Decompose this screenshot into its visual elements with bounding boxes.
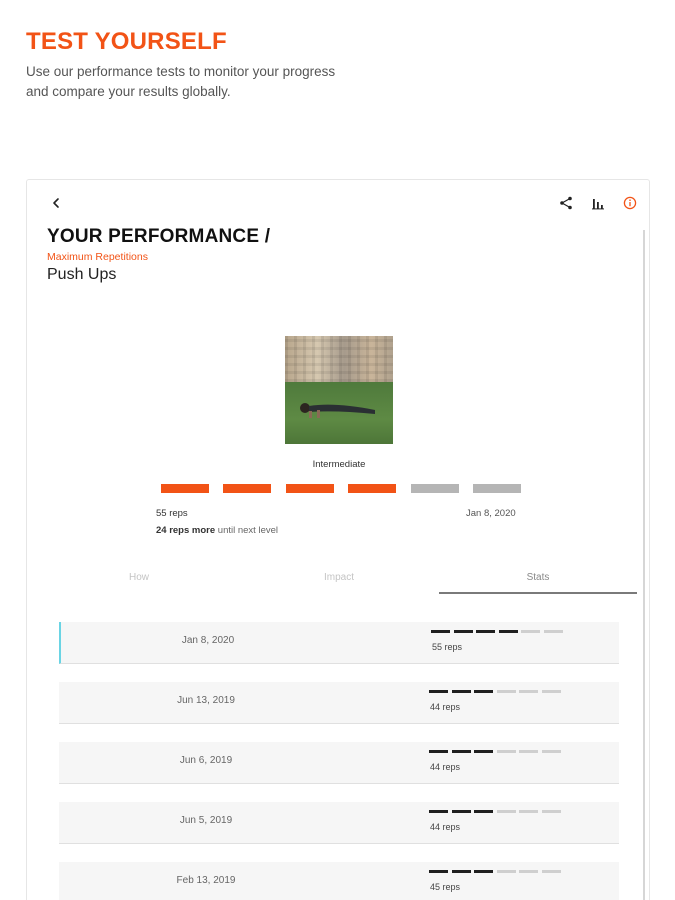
stat-row[interactable]: Feb 13, 2019 45 reps <box>59 862 619 900</box>
info-icon <box>623 196 637 210</box>
tab-stats[interactable]: Stats <box>439 568 637 594</box>
scrollbar[interactable] <box>643 230 645 900</box>
stat-level-segment <box>541 810 561 813</box>
stat-level-segment <box>474 690 493 693</box>
stat-level-segment <box>519 870 538 873</box>
level-segment <box>223 484 272 493</box>
stat-reps: 45 reps <box>430 882 461 892</box>
stat-date: Jun 13, 2019 <box>177 695 235 706</box>
stat-row[interactable]: Jun 13, 2019 44 reps <box>59 682 619 724</box>
tab-how[interactable]: How <box>39 568 239 594</box>
stat-row[interactable]: Jun 5, 2019 44 reps <box>59 802 619 844</box>
level-segment <box>473 484 521 493</box>
level-segment <box>410 484 459 493</box>
stat-level-segment <box>453 630 473 633</box>
level-progress <box>161 484 521 493</box>
next-level-text: 24 reps more until next level <box>156 525 278 536</box>
level-segment <box>161 484 209 493</box>
top-bar <box>27 192 649 216</box>
result-date: Jan 8, 2020 <box>466 508 516 519</box>
stat-row[interactable]: Jun 6, 2019 44 reps <box>59 742 619 784</box>
image-background-wall <box>285 336 393 382</box>
share-icon <box>560 196 572 210</box>
info-button[interactable] <box>619 192 641 214</box>
stat-level-segment <box>496 870 516 873</box>
stat-date: Jun 5, 2019 <box>179 815 233 826</box>
stat-level-segment <box>496 690 516 693</box>
stat-level-segment <box>431 630 450 633</box>
level-segment <box>285 484 334 493</box>
level-segment <box>348 484 397 493</box>
stat-reps: 44 reps <box>430 822 461 832</box>
stat-level-segment <box>519 750 538 753</box>
stat-reps: 44 reps <box>430 762 461 772</box>
bar-chart-icon <box>592 199 604 210</box>
tab-impact[interactable]: Impact <box>239 568 439 594</box>
stat-level-segment <box>429 810 448 813</box>
stat-level-segment <box>541 690 561 693</box>
stat-level-bars <box>429 810 569 814</box>
current-reps: 55 reps <box>156 508 188 519</box>
stat-row[interactable]: Jan 8, 2020 55 reps <box>59 622 619 664</box>
stat-level-bars <box>429 690 569 694</box>
next-level-suffix: until next level <box>217 525 278 536</box>
stat-level-segment <box>541 870 561 873</box>
stat-reps: 44 reps <box>430 702 461 712</box>
stat-level-segment <box>451 810 471 813</box>
test-category: Maximum Repetitions <box>47 251 148 263</box>
stat-level-bars <box>429 750 569 754</box>
stat-level-segment <box>429 750 448 753</box>
exercise-image <box>285 336 393 444</box>
stat-level-segment <box>498 630 518 633</box>
stat-level-segment <box>543 630 563 633</box>
stat-level-segment <box>451 750 471 753</box>
stat-level-segment <box>451 870 471 873</box>
stat-reps: 55 reps <box>432 642 463 652</box>
stat-date: Jun 6, 2019 <box>179 755 233 766</box>
level-label: Intermediate <box>312 459 366 470</box>
page-title: YOUR PERFORMANCE / <box>47 226 271 247</box>
back-button[interactable] <box>45 192 67 214</box>
stat-level-segment <box>474 810 493 813</box>
stat-level-segment <box>429 870 448 873</box>
promo-subtitle: Use our performance tests to monitor you… <box>26 64 336 99</box>
exercise-name: Push Ups <box>47 266 117 283</box>
stat-level-segment <box>521 630 540 633</box>
share-button[interactable] <box>555 192 577 214</box>
stat-level-segment <box>496 810 516 813</box>
stat-level-segment <box>476 630 495 633</box>
promo-title: TEST YOURSELF <box>26 28 227 55</box>
tab-bar: How Impact Stats <box>39 568 637 594</box>
stat-date: Jan 8, 2020 <box>181 635 235 646</box>
stat-level-bars <box>431 630 571 634</box>
stat-level-segment <box>474 870 493 873</box>
stat-level-segment <box>429 690 448 693</box>
stat-date: Feb 13, 2019 <box>176 875 236 886</box>
app-screen: YOUR PERFORMANCE / Maximum Repetitions P… <box>26 179 650 900</box>
next-level-more: more <box>191 525 216 536</box>
stat-level-segment <box>496 750 516 753</box>
pushup-figure <box>300 403 375 418</box>
chevron-left-icon <box>53 198 59 208</box>
stat-level-bars <box>429 870 569 874</box>
stat-level-segment <box>474 750 493 753</box>
next-level-reps: 24 reps <box>156 525 190 536</box>
stats-button[interactable] <box>587 192 609 214</box>
stat-level-segment <box>519 690 538 693</box>
stat-level-segment <box>451 690 471 693</box>
stat-level-segment <box>541 750 561 753</box>
stat-level-segment <box>519 810 538 813</box>
